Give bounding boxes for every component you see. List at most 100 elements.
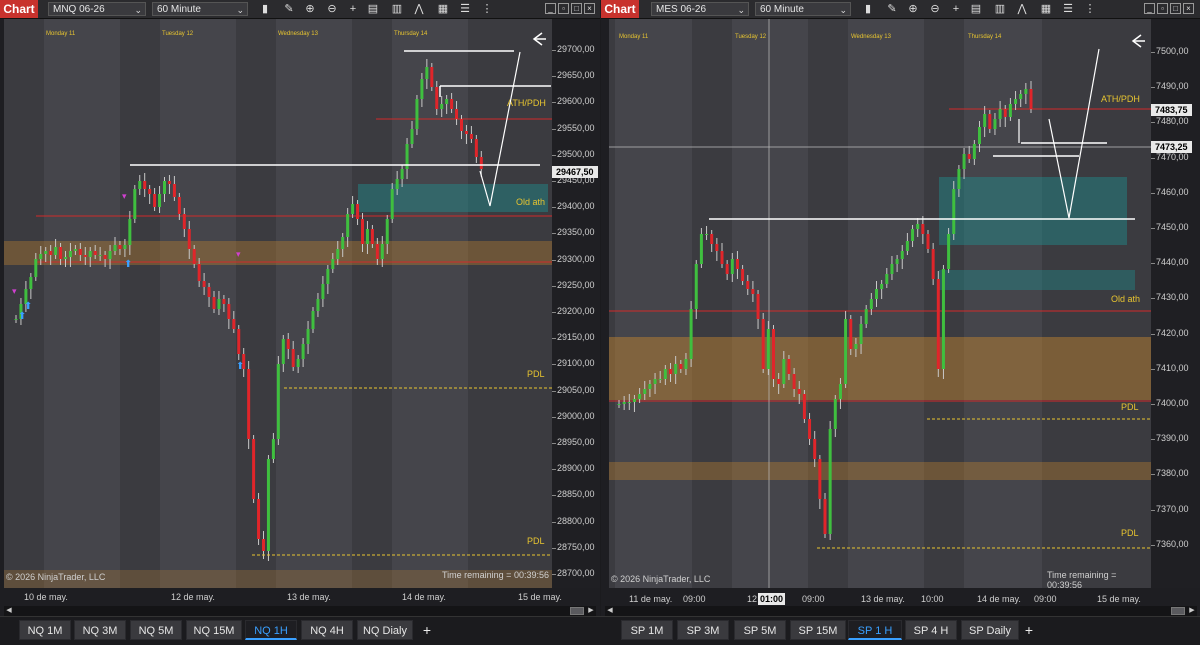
scroll-right-icon[interactable]: ▶ bbox=[1187, 606, 1197, 616]
tab-sp-1h[interactable]: SP 1 H bbox=[848, 620, 902, 640]
candle-body bbox=[182, 214, 186, 229]
scroll-left-icon[interactable]: ◀ bbox=[4, 606, 14, 616]
tab-nq-5m[interactable]: NQ 5M bbox=[130, 620, 182, 640]
minimize-icon[interactable]: _ bbox=[1144, 3, 1155, 14]
candle-body bbox=[301, 344, 305, 359]
axis-tick bbox=[1151, 192, 1155, 194]
scroll-right-icon[interactable]: ▶ bbox=[586, 606, 596, 616]
zoom-out-icon[interactable]: ⊖ bbox=[325, 2, 339, 16]
bar-chart-icon[interactable]: ▮ bbox=[861, 2, 875, 16]
candle-body bbox=[232, 319, 236, 329]
maximize-icon[interactable]: □ bbox=[1170, 3, 1181, 14]
tab-sp-3m[interactable]: SP 3M bbox=[677, 620, 729, 640]
candle-body bbox=[859, 324, 863, 344]
list-icon[interactable]: ☰ bbox=[1061, 2, 1075, 16]
properties-icon[interactable]: ▦ bbox=[436, 2, 450, 16]
properties-grid-icon[interactable]: ⋮ bbox=[480, 2, 494, 16]
properties-icon[interactable]: ▦ bbox=[1039, 2, 1053, 16]
tab-sp-5m[interactable]: SP 5M bbox=[734, 620, 786, 640]
indicator-icon[interactable]: ⋀ bbox=[1015, 2, 1029, 16]
time-remaining: Time remaining = 00:39:56 bbox=[1047, 570, 1117, 588]
bar-chart-icon[interactable]: ▮ bbox=[258, 2, 272, 16]
left-price-plot[interactable]: Monday 11 Tuesday 12 Wednesday 13 Thursd… bbox=[4, 19, 552, 588]
left-scrollbar[interactable]: ◀ ▶ bbox=[4, 606, 596, 616]
tab-nq-daily[interactable]: NQ Dialy bbox=[357, 620, 413, 640]
strategy-icon[interactable]: ▥ bbox=[390, 2, 404, 16]
tab-nq-1h[interactable]: NQ 1H bbox=[245, 620, 297, 640]
tab-sp-1m[interactable]: SP 1M bbox=[621, 620, 673, 640]
tab-sp-4h[interactable]: SP 4 H bbox=[905, 620, 957, 640]
left-time-axis[interactable]: 10 de may. 12 de may. 13 de may. 14 de may.… bbox=[4, 590, 562, 606]
left-instrument-selector[interactable]: MNQ 06-26 ⌄ bbox=[48, 2, 146, 16]
zoom-in-icon[interactable]: ⊕ bbox=[906, 2, 920, 16]
right-chart-label[interactable]: Chart bbox=[601, 0, 639, 18]
left-price-axis[interactable]: 29700,00 29650,00 29600,00 29550,00 29500,00… bbox=[552, 19, 600, 588]
buy-signal-arrow: ⬆ bbox=[24, 301, 32, 312]
price-tick-label: 29300,00 bbox=[557, 253, 595, 264]
axis-tick bbox=[552, 207, 556, 209]
minimize-icon[interactable]: _ bbox=[545, 3, 556, 14]
maximize-icon[interactable]: □ bbox=[571, 3, 582, 14]
indicator-icon[interactable]: ⋀ bbox=[412, 2, 426, 16]
restore-icon[interactable]: ▫ bbox=[558, 3, 569, 14]
pencil-icon[interactable]: ✎ bbox=[885, 2, 899, 16]
price-tick-label: 29500,00 bbox=[557, 148, 595, 159]
scroll-thumb[interactable] bbox=[1171, 607, 1185, 615]
price-tick-label: 28750,00 bbox=[557, 541, 595, 552]
tab-nq-15m[interactable]: NQ 15M bbox=[186, 620, 242, 640]
candle-body bbox=[68, 251, 72, 257]
candle-body bbox=[957, 169, 961, 189]
candle-body bbox=[818, 459, 822, 499]
tab-nq-3m[interactable]: NQ 3M bbox=[74, 620, 126, 640]
left-instrument-value: MNQ 06-26 bbox=[53, 4, 105, 15]
candle-body bbox=[400, 169, 404, 179]
candle-body bbox=[705, 234, 709, 235]
tab-nq-1m[interactable]: NQ 1M bbox=[19, 620, 71, 640]
list-icon[interactable]: ☰ bbox=[458, 2, 472, 16]
candle-body bbox=[138, 181, 142, 189]
candle-body bbox=[983, 114, 987, 127]
strategy-icon[interactable]: ▥ bbox=[993, 2, 1007, 16]
axis-tick bbox=[552, 364, 556, 366]
candle-body bbox=[306, 329, 310, 344]
close-icon[interactable]: × bbox=[1183, 3, 1194, 14]
candle-body bbox=[257, 499, 261, 539]
add-tab-icon[interactable]: + bbox=[1020, 620, 1038, 640]
left-timeframe-selector[interactable]: 60 Minute ⌄ bbox=[152, 2, 248, 16]
left-chart-label[interactable]: Chart bbox=[0, 0, 38, 18]
right-price-axis[interactable]: 7500,00 7490,00 7480,00 7470,00 7460,00 7450,… bbox=[1151, 19, 1200, 588]
candle-body bbox=[813, 439, 817, 459]
data-box-icon[interactable]: ▤ bbox=[366, 2, 380, 16]
right-price-plot[interactable]: Monday 11 Tuesday 12 Wednesday 13 Thursd… bbox=[609, 19, 1151, 588]
candle-body bbox=[158, 194, 162, 207]
tab-nq-4h[interactable]: NQ 4H bbox=[301, 620, 353, 640]
pencil-icon[interactable]: ✎ bbox=[282, 2, 296, 16]
zoom-out-icon[interactable]: ⊖ bbox=[928, 2, 942, 16]
restore-icon[interactable]: ▫ bbox=[1157, 3, 1168, 14]
scroll-left-icon[interactable]: ◀ bbox=[605, 606, 615, 616]
tab-sp-15m[interactable]: SP 15M bbox=[790, 620, 846, 640]
crosshair-icon[interactable]: + bbox=[949, 2, 963, 16]
right-timeframe-selector[interactable]: 60 Minute ⌄ bbox=[755, 2, 851, 16]
signal-marker: ▾ bbox=[236, 249, 241, 259]
right-scrollbar[interactable]: ◀ ▶ bbox=[605, 606, 1197, 616]
candle-body bbox=[854, 344, 858, 349]
axis-tick bbox=[1151, 228, 1155, 229]
zoom-in-icon[interactable]: ⊕ bbox=[303, 2, 317, 16]
candle-body bbox=[430, 67, 434, 87]
price-tick-label: 7370,00 bbox=[1156, 503, 1189, 514]
axis-tick bbox=[552, 259, 556, 261]
candle-body bbox=[316, 299, 320, 311]
crosshair-icon[interactable]: + bbox=[346, 2, 360, 16]
close-icon[interactable]: × bbox=[584, 3, 595, 14]
add-tab-icon[interactable]: + bbox=[418, 620, 436, 640]
buy-signal-arrow: ⬆ bbox=[18, 311, 26, 322]
scroll-thumb[interactable] bbox=[570, 607, 584, 615]
tab-sp-daily[interactable]: SP Daily bbox=[961, 620, 1019, 640]
candle-body bbox=[133, 189, 137, 219]
right-instrument-selector[interactable]: MES 06-26 ⌄ bbox=[651, 2, 749, 16]
signal-marker: ▾ bbox=[122, 191, 127, 201]
axis-tick bbox=[1151, 509, 1155, 511]
properties-grid-icon[interactable]: ⋮ bbox=[1083, 2, 1097, 16]
data-box-icon[interactable]: ▤ bbox=[969, 2, 983, 16]
